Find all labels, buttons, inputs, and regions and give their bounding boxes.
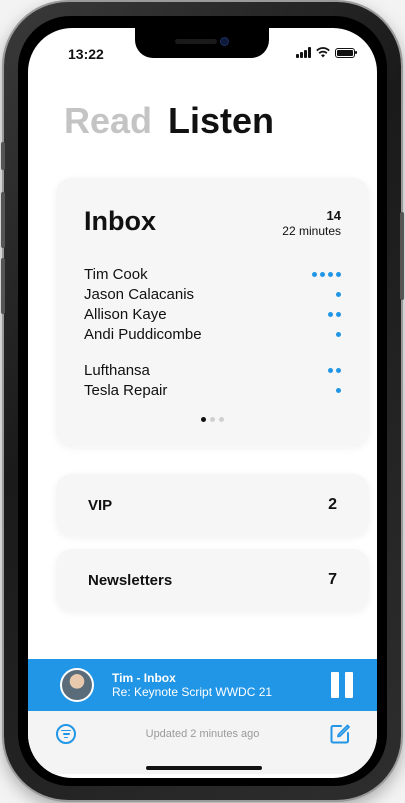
unread-dot — [328, 367, 333, 373]
inbox-title: Inbox — [84, 206, 156, 236]
unread-dot — [328, 311, 333, 317]
side-button — [400, 212, 404, 300]
now-playing-text: Tim - Inbox Re: Keynote Script WWDC 21 — [112, 671, 272, 699]
unread-dots — [328, 311, 341, 317]
volume-down-button — [1, 258, 5, 314]
list-item[interactable]: Jason Calacanis — [84, 284, 341, 304]
volume-up-button — [1, 192, 5, 248]
status-icons — [296, 47, 357, 58]
speaker — [175, 39, 217, 44]
newsletters-card[interactable]: Newsletters 7 — [56, 549, 369, 611]
unread-dot — [336, 271, 341, 277]
tab-read[interactable]: Read — [64, 100, 152, 142]
list-item[interactable]: Allison Kaye — [84, 304, 341, 324]
unread-dot — [336, 387, 341, 393]
inbox-card[interactable]: Inbox 14 22 minutes Tim Cook Jason Calac… — [56, 178, 369, 446]
sender-name: Lufthansa — [84, 361, 150, 379]
now-playing-bar[interactable]: Tim - Inbox Re: Keynote Script WWDC 21 — [28, 659, 377, 711]
unread-dot — [336, 311, 341, 317]
signal-icon — [296, 47, 311, 58]
now-playing-title: Tim - Inbox — [112, 671, 176, 685]
mute-switch — [1, 142, 5, 170]
unread-dot — [312, 271, 317, 277]
list-item[interactable]: Lufthansa — [84, 360, 341, 380]
unread-dots — [336, 291, 341, 297]
newsletters-label: Newsletters — [88, 571, 173, 589]
wifi-icon — [316, 47, 330, 58]
sender-list: Tim Cook Jason Calacanis Allison Kaye An… — [84, 264, 341, 400]
page-dot[interactable] — [201, 417, 206, 422]
unread-dots — [336, 387, 341, 393]
inbox-duration: 22 minutes — [282, 224, 341, 238]
sender-name: Tim Cook — [84, 265, 148, 283]
unread-dot — [336, 367, 341, 373]
unread-dots — [312, 271, 341, 277]
newsletters-count: 7 — [328, 571, 337, 588]
pause-icon[interactable] — [331, 672, 353, 698]
sender-name: Allison Kaye — [84, 305, 167, 323]
tab-listen[interactable]: Listen — [168, 100, 274, 142]
sender-name: Tesla Repair — [84, 381, 168, 399]
now-playing-subtitle: Re: Keynote Script WWDC 21 — [112, 685, 273, 699]
vip-count: 2 — [328, 496, 337, 513]
page-dot[interactable] — [210, 417, 215, 422]
vip-label: VIP — [88, 496, 113, 514]
unread-dot — [320, 271, 325, 277]
avatar — [60, 668, 94, 702]
screen: 13:22 Read Listen Inbox 14 22 minutes Ti… — [28, 28, 377, 778]
view-tabs: Read Listen — [64, 100, 274, 142]
updated-status: Updated 2 minutes ago — [145, 728, 260, 740]
notch — [135, 28, 269, 58]
sender-name: Andi Puddicombe — [84, 325, 202, 343]
unread-dot — [336, 331, 341, 337]
unread-dots — [336, 331, 341, 337]
unread-dots — [328, 367, 341, 373]
list-item[interactable]: Andi Puddicombe — [84, 324, 341, 344]
sender-name: Jason Calacanis — [84, 285, 195, 303]
page-indicator[interactable] — [56, 417, 369, 422]
inbox-count: 14 — [326, 208, 341, 223]
unread-dot — [336, 291, 341, 297]
status-time: 13:22 — [68, 46, 104, 62]
compose-icon[interactable] — [329, 723, 351, 745]
list-item[interactable]: Tesla Repair — [84, 380, 341, 400]
list-item[interactable]: Tim Cook — [84, 264, 341, 284]
bottom-toolbar: Updated 2 minutes ago — [28, 711, 377, 774]
home-indicator — [146, 766, 262, 770]
page-dot[interactable] — [219, 417, 224, 422]
battery-icon — [335, 47, 357, 58]
camera — [220, 37, 229, 46]
vip-card[interactable]: VIP 2 — [56, 474, 369, 536]
unread-dot — [328, 271, 333, 277]
